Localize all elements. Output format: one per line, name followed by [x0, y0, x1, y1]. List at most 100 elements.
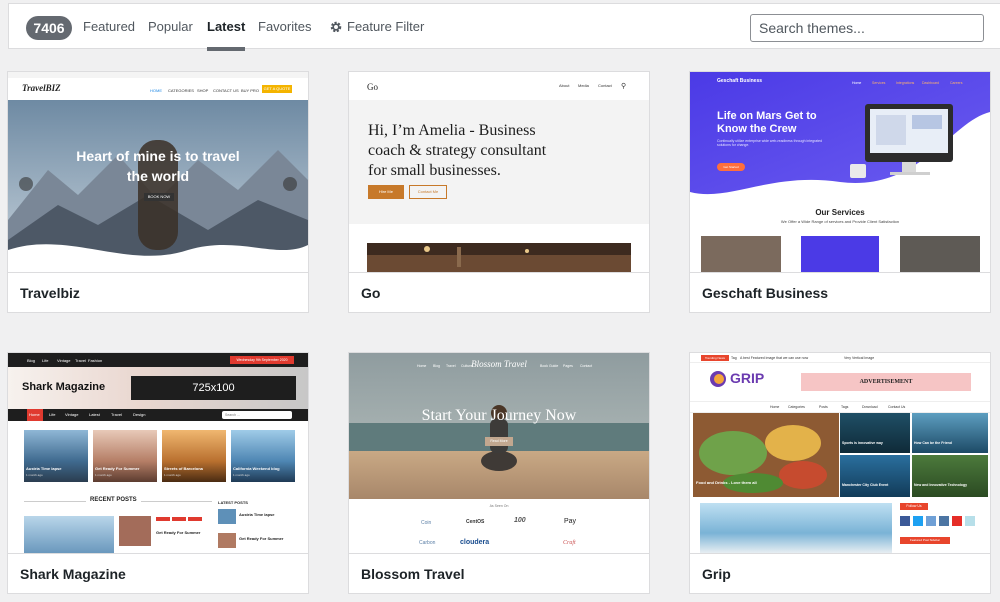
preview-recent-title: RECENT POSTS — [86, 497, 141, 503]
preview-nav-item: Contact — [598, 83, 612, 88]
preview-headline: Start Your Journey Now — [421, 407, 577, 424]
theme-filter-bar: 7406 Featured Popular Latest Favorites F… — [8, 3, 1000, 51]
preview-logo: Geschaft Business — [717, 78, 763, 84]
preview-nav-item: CATEGORIES — [168, 88, 194, 93]
preview-brand: Coin — [421, 520, 432, 526]
mountain-hero-image — [8, 100, 308, 272]
preview-ad-banner: ADVERTISEMENT — [801, 373, 971, 391]
preview-follow-label: Follow Us — [900, 503, 928, 510]
preview-nav-item: Services — [872, 81, 886, 85]
preview-nav-item: Dashboard — [922, 81, 940, 85]
preview-nav-item: Fashion — [88, 358, 103, 363]
theme-name[interactable]: Go — [349, 272, 649, 312]
tab-favorites[interactable]: Favorites — [258, 4, 311, 49]
preview-ticker-tag: Tag — [731, 356, 737, 360]
preview-button: Contact Me — [409, 185, 447, 199]
theme-screenshot[interactable]: TravelBIZ HOME CATEGORIES SHOP CONTACT U… — [8, 72, 308, 272]
preview-brand: Pay — [564, 518, 577, 525]
preview-image — [900, 236, 980, 272]
preview-post-title: Sports is innovative way — [842, 441, 883, 445]
preview-post-meta: 1 month ago — [26, 473, 43, 477]
preview-menu-item: Design — [133, 412, 146, 417]
theme-screenshot[interactable]: Blog Life Vintage Travel Fashion Wednesd… — [8, 353, 308, 553]
search-themes-input[interactable] — [750, 14, 984, 42]
preview-featured-label: As Seen On — [489, 504, 509, 508]
preview-nav-item: Blog — [27, 358, 36, 363]
preview-nav-item: Life — [42, 358, 49, 363]
preview-nav-item: Tags — [841, 405, 849, 409]
preview-post-title: Get Ready For Summer — [95, 466, 140, 471]
preview-menu-item: Home — [29, 412, 40, 417]
preview-image — [801, 236, 879, 272]
preview-post-title: Get Ready For Summer — [239, 536, 284, 541]
preview-ticker: A best Featured image that we can use no… — [740, 356, 809, 360]
preview-button: BOOK NOW — [144, 193, 174, 201]
theme-screenshot[interactable]: Blossom Travel Home Blog Travel Culture … — [349, 353, 649, 553]
theme-card-grip[interactable]: Trending News Tag A best Featured image … — [689, 352, 991, 594]
preview-menu-item: Life — [49, 412, 56, 417]
theme-card-geschaft-business[interactable]: Geschaft Business Home Services Integrat… — [689, 71, 991, 313]
preview-nav-item: Home — [417, 364, 427, 368]
preview-nav-item: HOME — [150, 88, 162, 93]
tab-featured[interactable]: Featured — [83, 4, 135, 49]
preview-sub: Continually utilize enterprise wide web-… — [717, 139, 823, 147]
theme-name[interactable]: Geschaft Business — [690, 272, 990, 312]
tab-latest[interactable]: Latest — [207, 4, 246, 51]
preview-brand: CentOS — [466, 519, 485, 525]
theme-card-shark-magazine[interactable]: Blog Life Vintage Travel Fashion Wednesd… — [7, 352, 309, 594]
preview-ticker: Very Vertical Image — [844, 356, 875, 360]
office-photo — [367, 243, 631, 272]
preview-logo: Go — [367, 82, 378, 92]
theme-card-travelbiz[interactable]: TravelBIZ HOME CATEGORIES SHOP CONTACT U… — [7, 71, 309, 313]
preview-logo: Blossom Travel — [471, 359, 527, 369]
theme-card-blossom-travel[interactable]: Blossom Travel Home Blog Travel Culture … — [348, 352, 650, 594]
theme-screenshot[interactable]: Geschaft Business Home Services Integrat… — [690, 72, 990, 272]
preview-nav-item: Culture — [461, 364, 473, 368]
preview-nav-item: Travel — [75, 358, 86, 363]
preview-logo: GRIP — [730, 370, 765, 386]
preview-brand: Craft — [563, 540, 576, 546]
preview-headline: Life on Mars Get to Know the Crew — [717, 110, 817, 135]
theme-name[interactable]: Travelbiz — [8, 272, 308, 312]
preview-nav-item: SHOP — [197, 88, 209, 93]
preview-nav-item: Vintage — [57, 358, 71, 363]
preview-brand: Carbon — [419, 540, 436, 546]
preview-post-title: How Can be the Friend — [914, 441, 952, 445]
search-icon: ⚲ — [621, 83, 627, 90]
preview-button: Hire Me — [368, 185, 404, 199]
preview-button: Get Started — [717, 163, 745, 171]
preview-post-title: New and Innovative Technology — [914, 483, 968, 487]
theme-screenshot[interactable]: Trending News Tag A best Featured image … — [690, 353, 990, 553]
theme-card-go[interactable]: Go About Media Contact ⚲ Hi, I’m Amelia … — [348, 71, 650, 313]
preview-post-meta: 1 month ago — [233, 473, 250, 477]
preview-menu-item: Vintage — [65, 412, 79, 417]
gear-icon[interactable] — [329, 20, 343, 34]
preview-date: Wednesday 9th September 2020 — [230, 356, 294, 364]
feature-filter-button[interactable]: Feature Filter — [347, 4, 424, 49]
theme-name[interactable]: Shark Magazine — [8, 553, 308, 593]
preview-image — [701, 236, 781, 272]
preview-logo: Shark Magazine — [22, 381, 106, 393]
theme-screenshot[interactable]: Go About Media Contact ⚲ Hi, I’m Amelia … — [349, 72, 649, 272]
preview-headline: Hi, I’m Amelia - Business coach & strate… — [368, 122, 547, 179]
preview-menu-item: Latest — [89, 412, 100, 417]
preview-nav-item: Media — [578, 83, 589, 88]
preview-nav-item: Careers — [950, 81, 963, 85]
preview-ad-banner: 725x100 — [131, 376, 296, 400]
theme-name[interactable]: Blossom Travel — [349, 553, 649, 593]
preview-headline: the world — [126, 168, 190, 184]
preview-post-title: Manchester City Club Event — [842, 483, 889, 487]
preview-cta: GET A QUOTE — [262, 85, 292, 93]
preview-post-title: California Weekend blog — [233, 466, 280, 471]
tab-popular[interactable]: Popular — [148, 4, 193, 49]
preview-button: Read More — [485, 437, 513, 446]
theme-name[interactable]: Grip — [690, 553, 990, 593]
preview-logo: TravelBIZ — [22, 83, 61, 93]
preview-nav-item: Travel — [446, 364, 456, 368]
preview-nav-item: About — [559, 83, 570, 88]
preview-nav-item: Integrations — [896, 81, 915, 85]
preview-search: Search ... — [222, 411, 292, 419]
preview-nav-item: Posts — [819, 405, 828, 409]
preview-post-meta: 1 month ago — [164, 473, 181, 477]
theme-count-badge: 7406 — [26, 16, 72, 40]
